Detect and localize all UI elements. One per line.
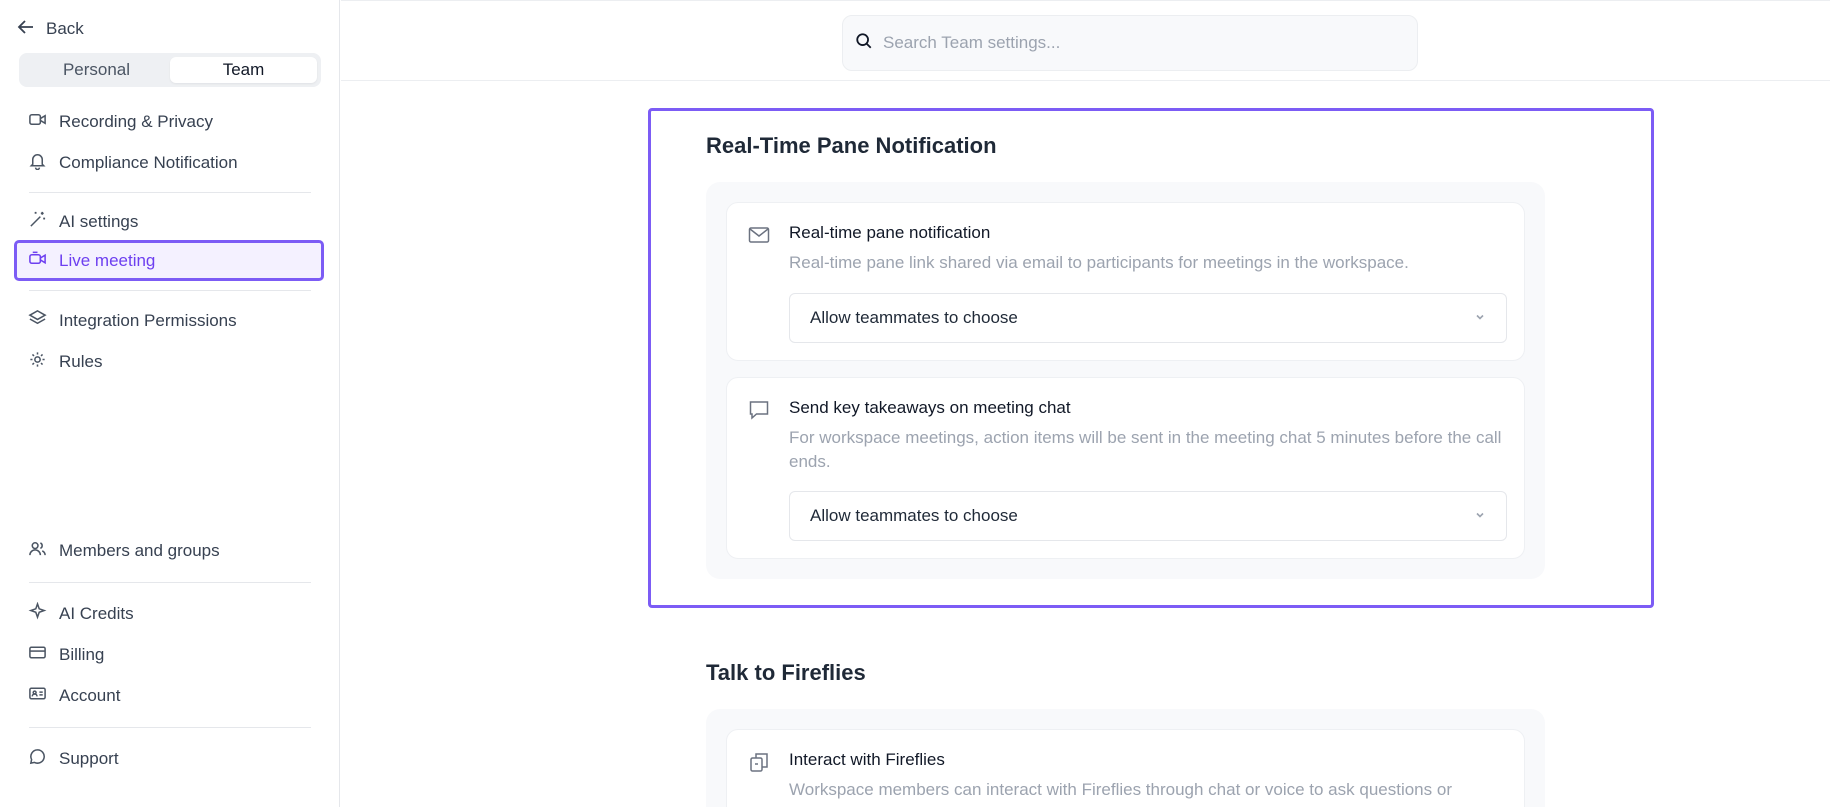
sidebar-item-rules[interactable]: Rules (14, 343, 324, 381)
sidebar-item-recording-privacy[interactable]: Recording & Privacy (14, 103, 324, 141)
sidebar-divider (29, 290, 311, 291)
gear-icon (28, 350, 47, 374)
sidebar-item-ai-settings[interactable]: AI settings (14, 203, 324, 241)
sidebar-item-label: Account (59, 686, 121, 705)
sidebar-item-label: AI Credits (59, 604, 134, 623)
mail-icon (747, 223, 771, 247)
setting-card-real-time-pane: Real-time pane notification Real-time pa… (726, 202, 1525, 361)
setting-card-interact-with-fireflies: Interact with Fireflies Workspace member… (726, 729, 1525, 807)
sidebar-item-label: Live meeting (59, 250, 156, 270)
sidebar-divider (29, 582, 311, 583)
sidebar-item-label: Recording & Privacy (59, 112, 214, 131)
chevron-down-icon (1474, 506, 1486, 526)
select-value: Allow teammates to choose (810, 506, 1018, 525)
sidebar-divider (29, 192, 311, 193)
live-video-icon (28, 249, 47, 273)
sidebar-item-members-groups[interactable]: Members and groups (14, 532, 324, 570)
setting-card-key-takeaways: Send key takeaways on meeting chat For w… (726, 377, 1525, 559)
sparkle-icon (28, 601, 47, 626)
chevron-down-icon (1474, 308, 1486, 328)
interact-icon (747, 750, 771, 774)
personal-team-switch: Personal Team (19, 53, 321, 87)
bell-icon (28, 151, 47, 175)
chat-bubble-icon (28, 747, 47, 771)
section-title-talk-to-fireflies: Talk to Fireflies (706, 660, 866, 685)
back-button[interactable]: Back (16, 16, 84, 42)
back-label: Back (46, 19, 84, 38)
sidebar-divider (29, 727, 311, 728)
sidebar-item-label: AI settings (59, 212, 139, 231)
setting-title: Send key takeaways on meeting chat (789, 398, 1071, 417)
sidebar-item-label: Members and groups (59, 541, 220, 560)
sidebar-item-billing[interactable]: Billing (14, 636, 324, 674)
setting-title: Interact with Fireflies (789, 750, 945, 769)
credit-card-icon (28, 643, 47, 667)
setting-description: Workspace members can interact with Fire… (789, 780, 1452, 799)
settings-panel-talk-to-fireflies: Interact with Fireflies Workspace member… (706, 709, 1545, 807)
search-icon (855, 32, 873, 55)
search-input[interactable] (883, 33, 1383, 53)
sidebar-item-label: Support (59, 749, 119, 768)
setting-title: Real-time pane notification (789, 223, 991, 242)
top-bar (341, 0, 1830, 81)
chat-icon (747, 398, 771, 422)
search-box[interactable] (842, 15, 1418, 71)
sidebar-item-ai-credits[interactable]: AI Credits (14, 595, 324, 633)
magic-wand-icon (28, 210, 47, 234)
id-card-icon (28, 684, 47, 708)
layers-icon (28, 309, 47, 333)
section-title-real-time-pane: Real-Time Pane Notification (706, 133, 997, 158)
sidebar-item-compliance-notification[interactable]: Compliance Notification (14, 144, 324, 182)
video-camera-icon (28, 110, 47, 134)
sidebar-item-label: Rules (59, 352, 103, 371)
setting-description: Real-time pane link shared via email to … (789, 253, 1409, 272)
users-icon (28, 539, 47, 563)
setting-description: For workspace meetings, action items wil… (789, 428, 1502, 471)
switch-personal[interactable]: Personal (23, 57, 170, 83)
select-value: Allow teammates to choose (810, 308, 1018, 327)
sidebar-item-label: Integration Permissions (59, 311, 237, 330)
sidebar-item-account[interactable]: Account (14, 677, 324, 715)
settings-sidebar: Back Personal Team Recording & Privacy C… (0, 0, 340, 807)
arrow-left-icon (16, 17, 36, 42)
switch-team[interactable]: Team (170, 57, 317, 83)
sidebar-item-integration-permissions[interactable]: Integration Permissions (14, 302, 324, 340)
key-takeaways-select[interactable]: Allow teammates to choose (789, 491, 1507, 541)
sidebar-item-support[interactable]: Support (14, 740, 324, 778)
real-time-pane-select[interactable]: Allow teammates to choose (789, 293, 1507, 343)
sidebar-item-live-meeting[interactable]: Live meeting (14, 240, 324, 281)
settings-panel-real-time-pane: Real-time pane notification Real-time pa… (706, 182, 1545, 579)
sidebar-item-label: Compliance Notification (59, 153, 238, 172)
sidebar-item-label: Billing (59, 645, 105, 664)
